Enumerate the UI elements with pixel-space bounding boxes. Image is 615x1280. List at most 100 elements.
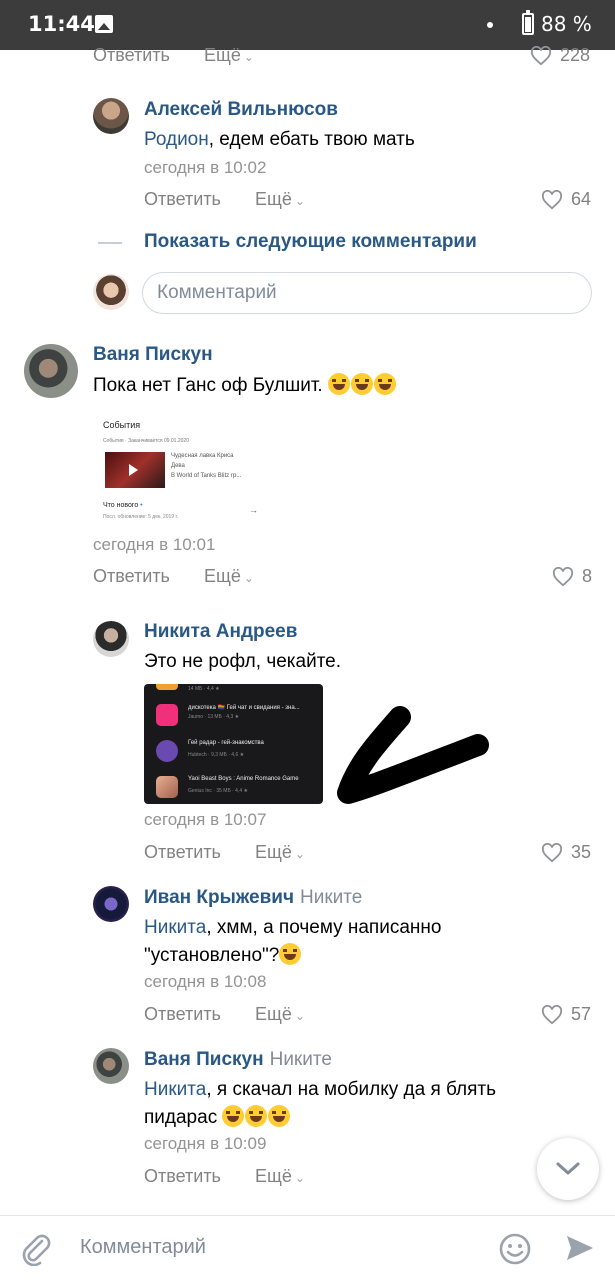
video-thumbnail: [105, 452, 165, 488]
heart-icon: [541, 842, 563, 862]
mention-link[interactable]: Никита: [144, 1079, 206, 1100]
reply-label: Ответить: [93, 45, 170, 65]
more-button[interactable]: Ещё ⌄: [204, 45, 254, 66]
status-bar: 11:44 88 %: [0, 0, 615, 50]
more-button[interactable]: Ещё ⌄: [255, 189, 305, 210]
attached-screenshot[interactable]: 14 МБ · 4,4 ★ дискотека 🏳️‍🌈 Гей чат и с…: [144, 684, 323, 804]
arrow-right-icon: →: [249, 505, 258, 515]
reply-button[interactable]: Ответить: [144, 189, 221, 210]
reply-to-label: Никите: [269, 1049, 332, 1070]
comment-body: Пока нет Ганс оф Булшит.: [93, 375, 323, 396]
comment-body: "установлено"?: [144, 945, 280, 966]
current-user-avatar: [93, 274, 129, 310]
comment-input[interactable]: Комментарий: [80, 1236, 206, 1259]
comment-text: Родион, едем ебать твою мать: [144, 126, 415, 154]
comment-text: Никита, хмм, а почему написанно: [144, 914, 441, 942]
laughing-emoji-icon: [327, 373, 350, 395]
avatar[interactable]: [93, 886, 129, 922]
avatar[interactable]: [93, 1048, 129, 1084]
comment-author[interactable]: Алексей Вильнюсов: [144, 99, 338, 121]
more-button[interactable]: Ещё ⌄: [204, 566, 254, 587]
heart-icon: [530, 45, 552, 65]
whats-new-meta: Посл. обновление: 5 дек. 2019 г.: [103, 514, 179, 520]
app-title: дискотека 🏳️‍🌈 Гей чат и свидания - зна.…: [188, 705, 300, 711]
more-label: Ещё: [204, 566, 241, 586]
more-label: Ещё: [255, 1166, 292, 1186]
comment-body: , едем ебать твою мать: [208, 129, 415, 150]
laughing-emoji-icon: [245, 1105, 268, 1127]
section-label: Что нового: [103, 502, 139, 509]
divider: [98, 242, 122, 244]
show-more-comments-link[interactable]: Показать следующие комментарии: [144, 231, 477, 253]
mention-link[interactable]: Никита: [144, 917, 206, 938]
app-title: Гей радар - гей-знакомства: [188, 740, 264, 746]
more-button[interactable]: Ещё ⌄: [255, 842, 305, 863]
comment-text: Пока нет Ганс оф Булшит.: [93, 372, 397, 400]
heart-icon: [541, 1004, 563, 1024]
battery-percent: 88 %: [541, 12, 592, 36]
reply-button[interactable]: Ответить: [93, 566, 170, 587]
like-button[interactable]: 8: [552, 566, 592, 587]
mention-link[interactable]: Родион: [144, 129, 209, 150]
reply-label: Ответить: [144, 1004, 221, 1024]
comment-author[interactable]: Никита Андреев: [144, 621, 297, 643]
battery-icon: [522, 10, 534, 35]
image-notification-icon: [95, 15, 113, 33]
comment-timestamp: сегодня в 10:07: [144, 810, 267, 829]
reply-button[interactable]: Ответить: [144, 1004, 221, 1025]
event-item: Дева: [171, 463, 185, 469]
smile-icon[interactable]: [498, 1232, 532, 1266]
laughing-emoji-icon: [350, 373, 373, 395]
app-meta: Jaumo · 13 МБ · 4,3 ★: [188, 714, 240, 720]
more-button[interactable]: Ещё ⌄: [255, 1166, 305, 1187]
play-icon: [129, 464, 138, 476]
reply-comment-input[interactable]: Комментарий: [142, 272, 592, 314]
reply-button[interactable]: Ответить: [144, 842, 221, 863]
app-icon: [156, 776, 178, 798]
like-button[interactable]: 228: [530, 45, 590, 66]
avatar[interactable]: [24, 344, 78, 398]
like-button[interactable]: 35: [541, 842, 591, 863]
like-count: 35: [571, 842, 592, 862]
comment-text: Никита, я скачал на мобилку да я блять: [144, 1076, 496, 1104]
paperclip-icon[interactable]: [20, 1232, 52, 1266]
avatar[interactable]: [93, 98, 129, 134]
chevron-down-icon: ⌄: [294, 847, 305, 861]
author-name: Иван Крыжевич: [144, 887, 295, 908]
comment-author[interactable]: Ваня Пискун: [93, 344, 213, 366]
more-label: Ещё: [255, 1004, 292, 1024]
heart-icon: [541, 189, 563, 209]
avatar[interactable]: [93, 621, 129, 657]
comment-text: Это не рофл, чекайте.: [144, 651, 342, 672]
comment-body: , я скачал на мобилку да я блять: [206, 1079, 497, 1100]
chevron-down-icon: ⌄: [243, 571, 254, 585]
notification-dot-icon: [487, 22, 493, 28]
like-button[interactable]: 57: [541, 1004, 591, 1025]
chevron-down-icon: ⌄: [294, 1171, 305, 1185]
app-icon: [156, 740, 178, 762]
comment-author[interactable]: Иван Крыжевич Никите: [144, 887, 362, 909]
attached-screenshot[interactable]: События События · Заканчивается 09.01.20…: [93, 410, 268, 530]
app-title: Yaoi Beast Boys : Anime Romance Game: [188, 776, 299, 782]
comment-author[interactable]: Ваня Пискун Никите: [144, 1049, 332, 1071]
laughing-emoji-icon: [373, 373, 396, 395]
event-item: В World of Tanks Blitz гр...: [171, 473, 242, 479]
more-label: Ещё: [204, 45, 241, 65]
laughing-emoji-icon: [268, 1105, 291, 1127]
reply-label: Ответить: [144, 842, 221, 862]
send-icon[interactable]: [564, 1232, 596, 1264]
heart-icon: [552, 566, 574, 586]
like-count: 228: [560, 45, 591, 65]
whats-new-title: Что нового •: [103, 502, 143, 509]
reply-button[interactable]: Ответить: [144, 1166, 221, 1187]
reply-label: Ответить: [144, 1166, 221, 1186]
like-button[interactable]: 64: [541, 189, 591, 210]
comment-text: "установлено"?: [144, 942, 302, 970]
scroll-down-button[interactable]: [537, 1138, 599, 1200]
status-dot-icon: •: [140, 502, 143, 509]
reply-button[interactable]: Ответить: [93, 45, 170, 66]
comment-body: пидарас: [144, 1107, 218, 1128]
more-button[interactable]: Ещё ⌄: [255, 1004, 305, 1025]
app-meta: Hubtech · 9,3 МБ · 4,6 ★: [188, 752, 245, 758]
author-name: Ваня Пискун: [144, 1049, 264, 1070]
